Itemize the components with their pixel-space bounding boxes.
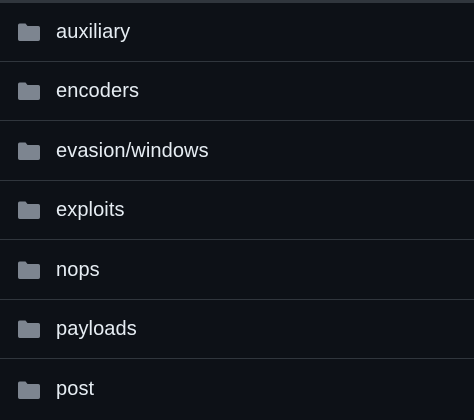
folder-icon [18,261,40,279]
list-item[interactable]: exploits [0,181,474,240]
file-list: auxiliary encoders evasion/windows explo… [0,0,474,420]
folder-name: post [56,378,95,400]
list-item[interactable]: payloads [0,300,474,359]
folder-icon [18,142,40,160]
folder-icon [18,381,40,399]
folder-icon [18,201,40,219]
folder-name: exploits [56,198,125,221]
list-item[interactable]: evasion/windows [0,122,474,181]
folder-name: nops [56,258,100,281]
folder-icon [18,82,40,100]
list-item[interactable]: encoders [0,62,474,121]
list-item[interactable]: auxiliary [0,3,474,62]
list-item[interactable]: nops [0,241,474,300]
folder-icon [18,320,40,338]
folder-icon [18,23,40,41]
folder-name: payloads [56,317,137,340]
folder-name: auxiliary [56,20,131,43]
list-item[interactable]: post [0,360,474,419]
folder-name: evasion/windows [56,139,209,162]
folder-name: encoders [56,79,140,102]
